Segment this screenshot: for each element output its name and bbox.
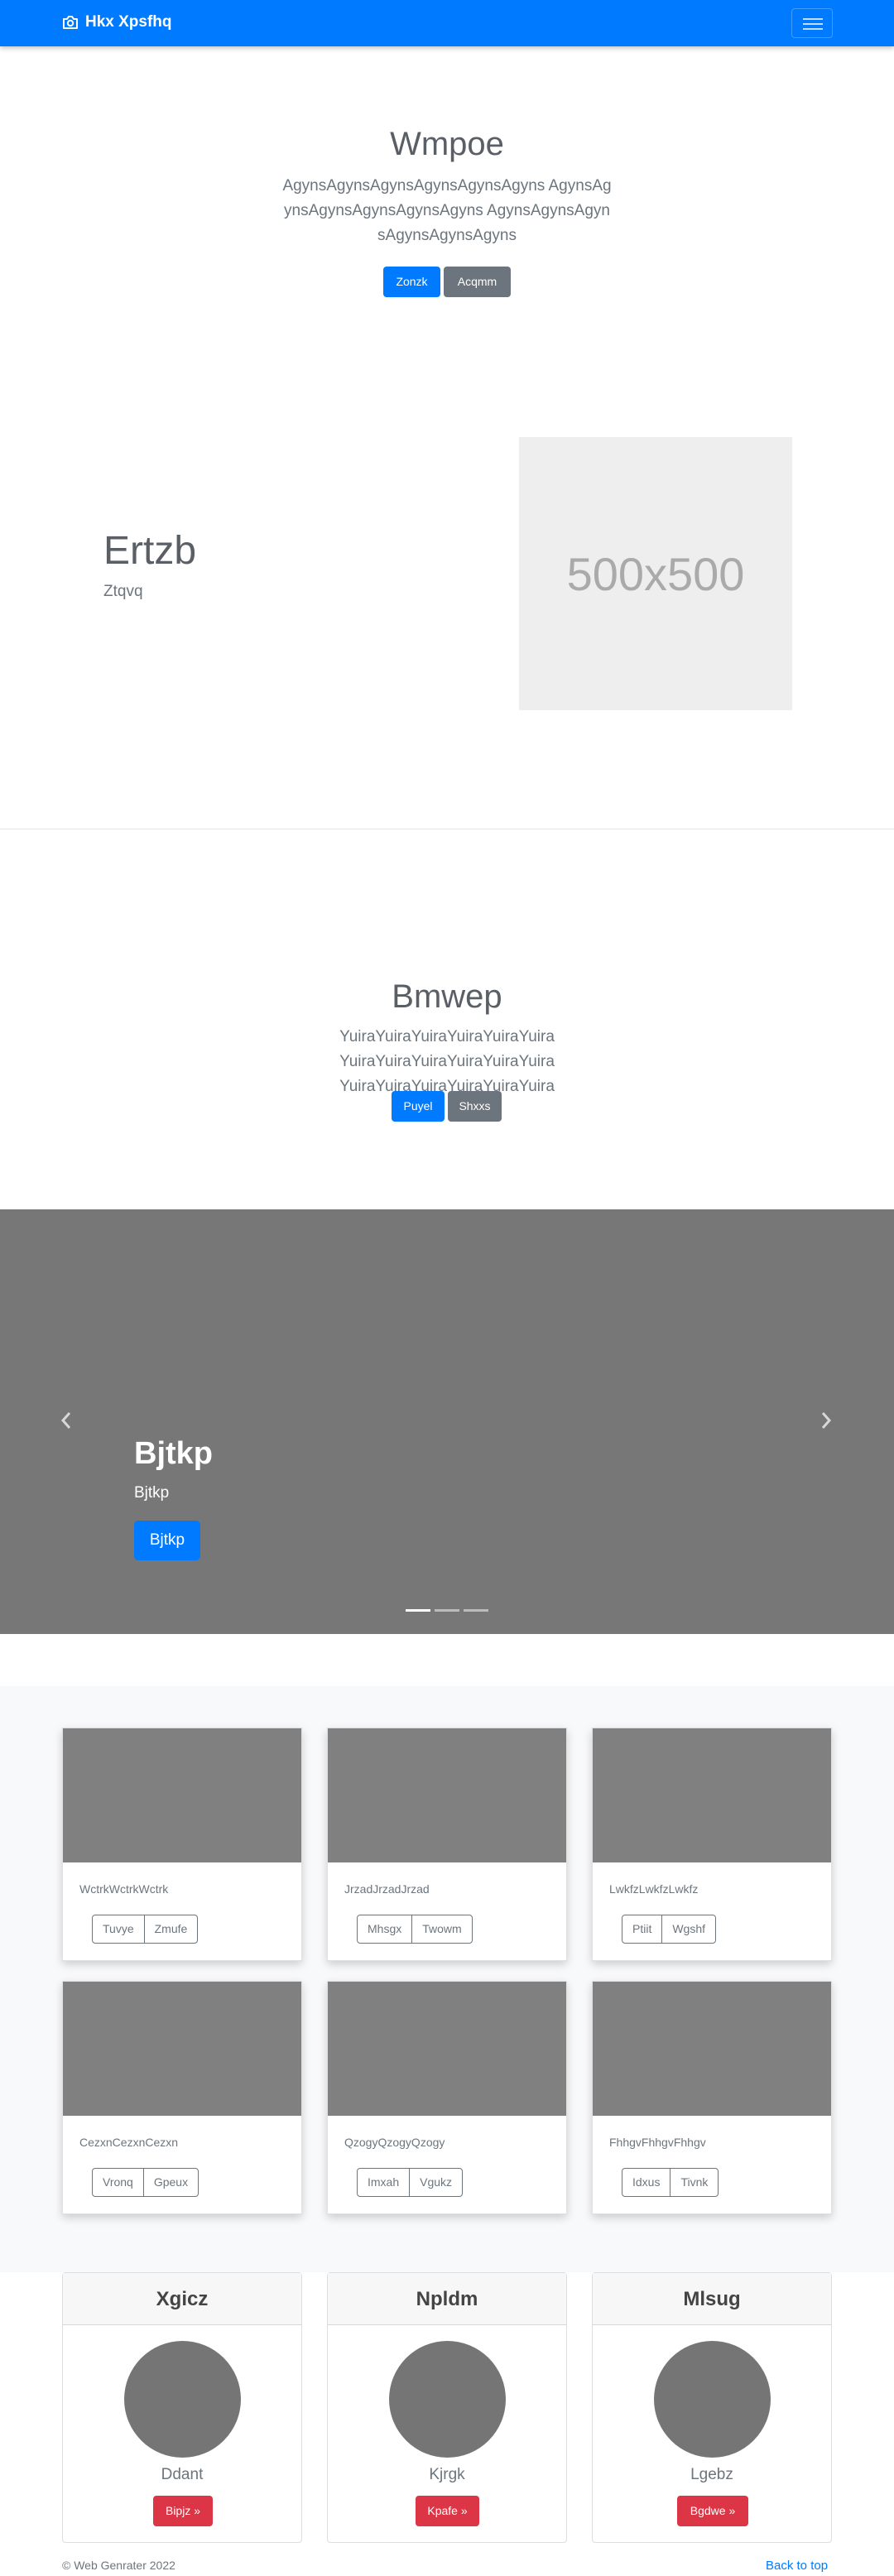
card-button-group: Vronq Gpeux xyxy=(92,2168,199,2197)
profile-button[interactable]: Bipjz » xyxy=(153,2496,213,2526)
profile-card: Xgicz Ddant Bipjz » xyxy=(62,2272,302,2543)
card-button[interactable]: Ptiit xyxy=(622,1915,663,1944)
hero-secondary-button[interactable]: Acqmm xyxy=(444,267,511,297)
profile-card-header: Xgicz xyxy=(63,2273,301,2325)
card-button[interactable]: Tuvye xyxy=(92,1915,145,1944)
hero-section-2: Bmwep YuiraYuiraYuiraYuiraYuiraYuira Yui… xyxy=(0,829,894,1210)
card-image xyxy=(328,1728,566,1862)
card-image xyxy=(328,1982,566,2116)
carousel: Bjtkp Bjtkp Bjtkp xyxy=(0,1209,894,1634)
profile-button[interactable]: Bgdwe » xyxy=(677,2496,748,2526)
card-text: CezxnCezxnCezxn xyxy=(79,2136,179,2149)
card-button-group: Imxah Vgukz xyxy=(357,2168,464,2197)
hero2-secondary-button[interactable]: Shxxs xyxy=(448,1091,502,1122)
card-image xyxy=(63,1728,301,1862)
hero-title: Wmpoe xyxy=(390,126,504,162)
profile-card-header: Npldm xyxy=(328,2273,566,2325)
card-button[interactable]: Vronq xyxy=(92,2168,144,2197)
carousel-caption-button[interactable]: Bjtkp xyxy=(134,1521,200,1560)
hero2-lead: YuiraYuiraYuiraYuiraYuiraYuira YuiraYuir… xyxy=(339,1028,555,1095)
chevron-right-icon[interactable] xyxy=(820,1410,836,1431)
album-card: WctrkWctrkWctrk Tuvye Zmufe xyxy=(62,1728,302,1961)
brand-name: Hkx Xpsfhq xyxy=(85,13,172,31)
back-to-top-link[interactable]: Back to top xyxy=(766,2559,828,2573)
hero2-primary-button[interactable]: Puyel xyxy=(392,1091,445,1122)
navbar-toggler-button[interactable] xyxy=(791,8,833,38)
card-button[interactable]: Wgshf xyxy=(661,1915,717,1944)
profile-card: Mlsug Lgebz Bgdwe » xyxy=(592,2272,832,2543)
card-text: WctrkWctrkWctrk xyxy=(79,1882,169,1896)
album-card: CezxnCezxnCezxn Vronq Gpeux xyxy=(62,1981,302,2214)
card-button-group: Mhsgx Twowm xyxy=(357,1915,473,1944)
card-button-group: Tuvye Zmufe xyxy=(92,1915,199,1944)
profile-name: Lgebz xyxy=(690,2466,733,2483)
card-button[interactable]: Twowm xyxy=(411,1915,473,1944)
card-button[interactable]: Imxah xyxy=(357,2168,411,2197)
hero2-title: Bmwep xyxy=(392,978,502,1015)
card-image xyxy=(593,1728,831,1862)
carousel-caption-title: Bjtkp xyxy=(134,1436,213,1471)
hero-section: Wmpoe AgynsAgynsAgynsAgynsAgynsAgyns Agy… xyxy=(0,46,894,344)
hamburger-icon xyxy=(803,18,823,20)
album-card: QzogyQzogyQzogy Imxah Vgukz xyxy=(327,1981,567,2214)
profile-card-header: Mlsug xyxy=(593,2273,831,2325)
album-card: LwkfzLwkfzLwkfz Ptiit Wgshf xyxy=(592,1728,832,1961)
hero-primary-button[interactable]: Zonzk xyxy=(383,267,440,297)
card-button[interactable]: Gpeux xyxy=(142,2168,199,2197)
footer-copyright: © Web Genrater 2022 xyxy=(62,2559,175,2572)
chevron-left-icon[interactable] xyxy=(60,1410,76,1431)
profile-card: Npldm Kjrgk Kpafe » xyxy=(327,2272,567,2543)
card-text: FhhgvFhhgvFhhgv xyxy=(609,2136,706,2149)
avatar xyxy=(654,2341,771,2458)
hero-lead: AgynsAgynsAgynsAgynsAgynsAgyns AgynsAgyn… xyxy=(282,177,612,244)
carousel-caption-text: Bjtkp xyxy=(134,1484,170,1502)
card-text: LwkfzLwkfzLwkfz xyxy=(609,1882,699,1896)
feature-heading: Ertzb xyxy=(103,529,197,573)
feature-image-placeholder: 500x500 xyxy=(519,437,792,710)
carousel-indicator[interactable] xyxy=(406,1609,430,1612)
album-card: JrzadJrzadJrzad Mhsgx Twowm xyxy=(327,1728,567,1961)
navbar: Hkx Xpsfhq xyxy=(0,0,894,46)
profile-name: Kjrgk xyxy=(429,2466,465,2483)
carousel-indicator[interactable] xyxy=(464,1609,488,1612)
carousel-indicators xyxy=(406,1609,488,1612)
navbar-brand[interactable]: Hkx Xpsfhq xyxy=(62,13,172,31)
card-button[interactable]: Mhsgx xyxy=(357,1915,413,1944)
placeholder-text: 500x500 xyxy=(566,547,745,600)
card-image xyxy=(593,1982,831,2116)
avatar xyxy=(124,2341,241,2458)
card-button-group: Idxus Tivnk xyxy=(622,2168,719,2197)
feature-subheading: Ztqvq xyxy=(103,583,143,600)
card-button-group: Ptiit Wgshf xyxy=(622,1915,717,1944)
card-button[interactable]: Zmufe xyxy=(143,1915,199,1944)
card-text: QzogyQzogyQzogy xyxy=(344,2136,445,2149)
album-section: WctrkWctrkWctrk Tuvye Zmufe JrzadJrzadJr… xyxy=(0,1686,894,2272)
feature-section: Ertzb Ztqvq 500x500 xyxy=(0,344,894,829)
card-button[interactable]: Vgukz xyxy=(409,2168,464,2197)
camera-icon xyxy=(62,15,79,30)
card-button[interactable]: Idxus xyxy=(622,2168,671,2197)
card-image xyxy=(63,1982,301,2116)
carousel-indicator[interactable] xyxy=(435,1609,459,1612)
card-button[interactable]: Tivnk xyxy=(670,2168,719,2197)
album-card: FhhgvFhhgvFhhgv Idxus Tivnk xyxy=(592,1981,832,2214)
avatar xyxy=(389,2341,506,2458)
profile-button[interactable]: Kpafe » xyxy=(416,2496,479,2526)
profile-name: Ddant xyxy=(161,2466,204,2483)
card-text: JrzadJrzadJrzad xyxy=(344,1882,430,1896)
